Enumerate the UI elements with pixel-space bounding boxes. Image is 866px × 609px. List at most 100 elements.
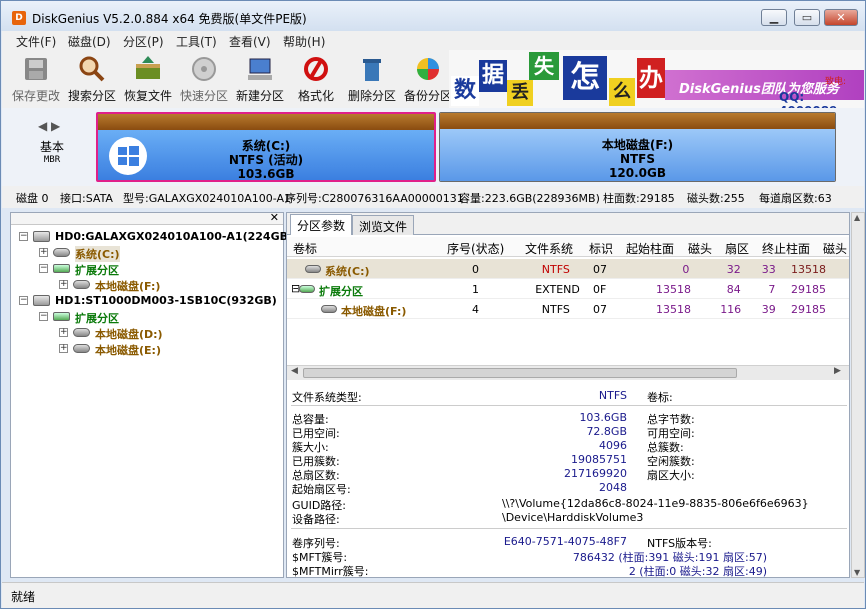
cell-ss: 33 (761, 263, 776, 276)
maximize-button[interactable]: ▭ (794, 9, 820, 26)
menu-view[interactable]: 查看(V) (229, 33, 271, 50)
delete-partition-button[interactable]: 删除分区 (344, 52, 400, 106)
col-volume[interactable]: 卷标 (293, 240, 317, 257)
menu-tools[interactable]: 工具(T) (176, 33, 217, 50)
title-bar: D DiskGenius V5.2.0.884 x64 免费版(单文件PE版) … (1, 1, 865, 31)
horizontal-scrollbar[interactable]: ◀ ▶ (287, 365, 849, 380)
cell-id: 07 (593, 303, 607, 316)
property-label: 起始扇区号: (292, 483, 351, 496)
disk-nav-arrows[interactable]: ◀ ▶ (38, 119, 60, 133)
tree-expand-icon[interactable]: − (39, 312, 48, 321)
menu-disk[interactable]: 磁盘(D) (68, 33, 111, 50)
cell-ss: 39 (761, 303, 776, 316)
mftmirr-cluster-value: 2 (柱面:0 磁头:32 扇区:49) (628, 565, 767, 578)
tree-expand-icon[interactable]: − (39, 264, 48, 273)
scroll-up-icon[interactable]: ▲ (854, 213, 860, 222)
tree-expand-icon[interactable]: − (19, 232, 28, 241)
partition-f-size: 120.0GB (609, 166, 666, 180)
property-value: 72.8GB (586, 425, 627, 438)
fstype-value: NTFS (598, 389, 627, 402)
tree-expand-icon[interactable]: + (59, 280, 68, 289)
cell-volume: 本地磁盘(F:) (341, 305, 407, 318)
quick-partition-button[interactable]: 快速分区 (176, 52, 232, 106)
tree-expand-icon[interactable]: + (59, 328, 68, 337)
device-path-label: 设备路径: (292, 513, 340, 526)
partition-detail-pane: 分区参数 浏览文件 卷标 序号(状态) 文件系统 标识 起始柱面 磁头 扇区 终… (286, 212, 850, 578)
tree-expand-icon[interactable]: + (59, 344, 68, 353)
app-logo-icon: D (12, 11, 26, 25)
new-partition-icon (248, 58, 272, 80)
tree-expand-icon[interactable]: − (19, 296, 28, 305)
ad-banner[interactable]: 数 据 丢 失 怎 么 办 DiskGenius团队为您服务 致电: QQ: 4… (449, 50, 864, 108)
tab-strip: 分区参数 浏览文件 (287, 213, 849, 235)
cell-sh: 116 (720, 303, 742, 316)
col-end-head[interactable]: 磁头 (823, 240, 847, 257)
format-button[interactable]: 格式化 (288, 52, 344, 106)
menu-file[interactable]: 文件(F) (16, 33, 56, 50)
cell-volume: 系统(C:) (325, 265, 370, 278)
backup-partition-icon (417, 58, 439, 80)
scroll-down-icon[interactable]: ▼ (854, 568, 860, 577)
tree-node-label: 扩展分区 (75, 312, 119, 325)
banner-char: 数 (451, 76, 479, 106)
vertical-scrollbar[interactable]: ▲ ▼ (851, 212, 865, 578)
col-fs[interactable]: 文件系统 (525, 240, 573, 257)
partition-c-size: 103.6GB (237, 167, 295, 181)
quick-partition-icon (192, 57, 216, 81)
col-start-cyl[interactable]: 起始柱面 (626, 240, 674, 257)
hard-disk-icon (33, 231, 50, 242)
menu-help[interactable]: 帮助(H) (283, 33, 325, 50)
close-button[interactable]: ✕ (824, 9, 858, 26)
banner-qq: QQ: 4000089 (779, 90, 837, 108)
new-partition-button[interactable]: 新建分区 (232, 52, 288, 106)
tab-browse-files[interactable]: 浏览文件 (352, 215, 415, 235)
partition-table-header: 卷标 序号(状态) 文件系统 标识 起始柱面 磁头 扇区 终止柱面 磁头 (287, 237, 849, 257)
cell-sc: 13518 (656, 283, 691, 296)
volume-serial-value: E640-7571-4075-48F7 (503, 535, 627, 548)
disk-number: 磁盘 0 (16, 192, 49, 205)
table-row[interactable]: ⊟扩展分区1EXTEND0F135188472918561 (287, 279, 849, 299)
scroll-left-icon[interactable]: ◀ (291, 366, 298, 376)
col-index[interactable]: 序号(状态) (447, 240, 504, 257)
format-icon (304, 57, 328, 81)
property-value: 217169920 (564, 467, 627, 480)
cell-id: 07 (593, 263, 607, 276)
property-label: 扇区大小: (647, 469, 695, 482)
tree-node-label: 扩展分区 (75, 264, 119, 277)
col-start-head[interactable]: 磁头 (688, 240, 712, 257)
cell-num: 1 (472, 283, 479, 296)
col-start-sector[interactable]: 扇区 (725, 240, 749, 257)
banner-char: 失 (529, 52, 559, 80)
partition-icon (321, 305, 337, 313)
scroll-thumb[interactable] (303, 368, 737, 378)
status-text: 就绪 (11, 590, 36, 604)
partition-block-f[interactable]: 本地磁盘(F:) NTFS 120.0GB (439, 112, 836, 182)
tab-partition-params[interactable]: 分区参数 (290, 214, 353, 235)
banner-char: 么 (609, 78, 635, 106)
recover-files-button[interactable]: 恢复文件 (120, 52, 176, 106)
partition-icon (305, 265, 321, 273)
property-value: 2048 (599, 481, 627, 494)
minimize-button[interactable]: ▁ (761, 9, 787, 26)
cell-ec: 13518 (791, 263, 826, 276)
partition-block-c[interactable]: 系统(C:) NTFS (活动) 103.6GB (96, 112, 436, 182)
col-id[interactable]: 标识 (589, 240, 613, 257)
backup-partition-button[interactable]: 备份分区 (400, 52, 456, 106)
cell-fs: NTFS (541, 263, 570, 276)
banner-char: 办 (637, 58, 665, 98)
cell-fs: EXTEND (535, 283, 580, 296)
close-pane-icon[interactable]: ✕ (270, 211, 279, 224)
search-partition-button[interactable]: 搜索分区 (64, 52, 120, 106)
search-partition-icon (79, 56, 105, 82)
scroll-right-icon[interactable]: ▶ (834, 366, 841, 376)
menu-partition[interactable]: 分区(P) (123, 33, 164, 50)
table-row[interactable]: 本地磁盘(F:)4NTFS0713518116392918548 (287, 299, 849, 319)
table-row[interactable]: 系统(C:)0NTFS07032331351884 (287, 259, 849, 279)
mftmirr-cluster-label: $MFTMirr簇号: (292, 565, 369, 578)
col-end-cyl[interactable]: 终止柱面 (762, 240, 810, 257)
cell-sc: 13518 (656, 303, 691, 316)
disk-info-line: 磁盘 0 接口:SATA 型号:GALAXGX024010A100-A1 序列号… (2, 186, 864, 208)
partition-icon (73, 280, 90, 289)
tree-expand-icon[interactable]: + (39, 248, 48, 257)
save-changes-button[interactable]: 保存更改 (8, 52, 64, 106)
